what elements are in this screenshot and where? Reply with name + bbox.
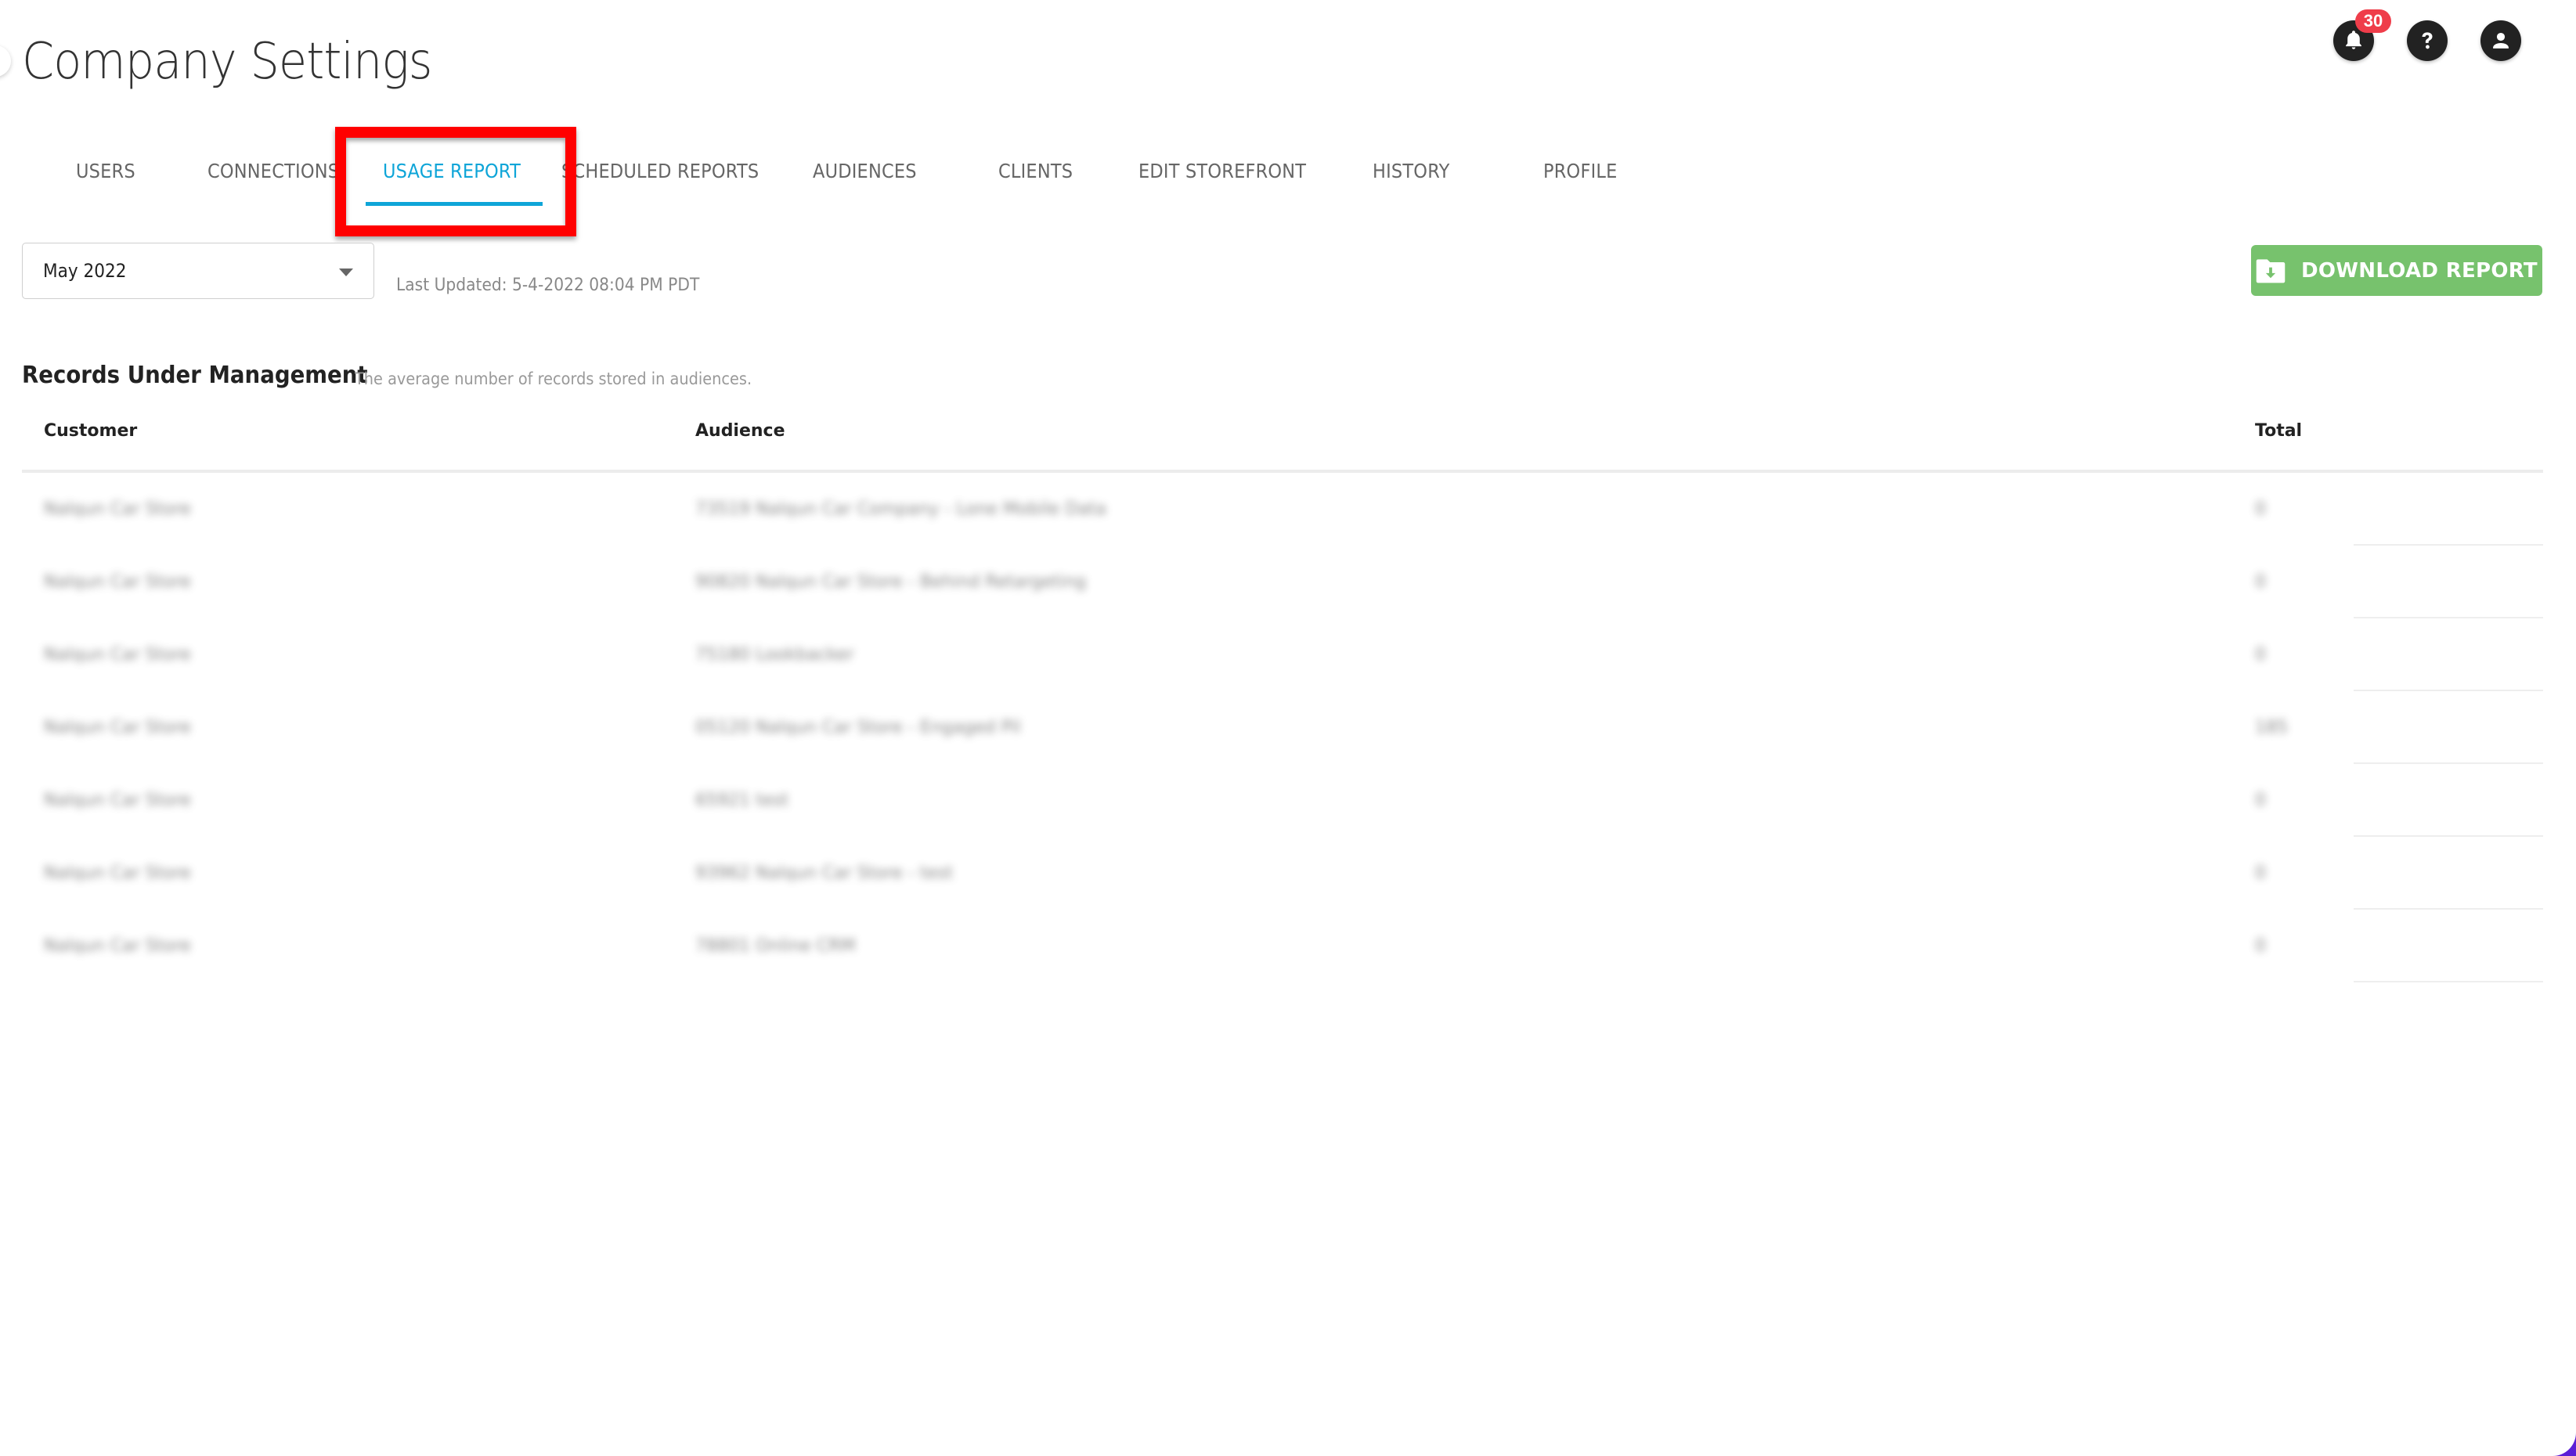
cell-total: 185	[2255, 718, 2288, 737]
section-title: Records Under Management	[22, 362, 368, 389]
download-report-label: DOWNLOAD REPORT	[2301, 258, 2538, 283]
notification-count-badge: 30	[2355, 9, 2391, 33]
cell-customer: Nalqun Car Store	[44, 863, 191, 883]
user-account-icon	[2493, 32, 2509, 49]
page-title: Company Settings	[22, 33, 432, 91]
help-button[interactable]	[2407, 20, 2448, 61]
tab-users[interactable]: USERS	[76, 160, 135, 182]
tab-connections[interactable]: CONNECTIONS	[207, 160, 339, 182]
records-table: Customer Audience Total Nalqun Car Store…	[22, 407, 2543, 982]
tab-edit-storefront[interactable]: EDIT STOREFRONT	[1138, 160, 1306, 182]
tab-profile[interactable]: PROFILE	[1543, 160, 1618, 182]
notifications-button[interactable]: 30	[2333, 9, 2391, 61]
cell-audience: 75180 Lookbacker	[695, 645, 854, 665]
last-updated-text: Last Updated: 5-4-2022 08:04 PM PDT	[396, 276, 700, 295]
help-icon	[2422, 32, 2433, 49]
table-row: Nalqun Car Store 78801 Online CRM 0	[22, 910, 2543, 982]
section-description: The average number of records stored in …	[355, 369, 752, 388]
cell-total: 0	[2255, 645, 2266, 665]
cell-total: 0	[2255, 791, 2266, 810]
table-row: Nalqun Car Store 90820 Nalqun Car Store …	[22, 546, 2543, 618]
table-header: Customer Audience Total	[22, 407, 2543, 473]
column-header-audience[interactable]: Audience	[695, 421, 785, 441]
cell-audience: 90820 Nalqun Car Store - Behind Retarget…	[695, 572, 1087, 592]
tab-usage-report[interactable]: USAGE REPORT	[383, 160, 521, 182]
cell-total: 0	[2255, 936, 2266, 956]
cell-audience: 73519 Nalqun Car Company - Lone Mobile D…	[695, 499, 1106, 519]
cell-audience: 05120 Nalqun Car Store - Engaged Pil	[695, 718, 1021, 737]
column-header-customer[interactable]: Customer	[44, 421, 137, 441]
table-row: Nalqun Car Store 65921 test 0	[22, 764, 2543, 837]
tab-scheduled-reports[interactable]: SCHEDULED REPORTS	[561, 160, 759, 182]
window-corner	[2545, 1425, 2576, 1456]
cell-audience: 65921 test	[695, 791, 789, 810]
account-button[interactable]	[2480, 20, 2521, 61]
download-report-button[interactable]: DOWNLOAD REPORT	[2251, 245, 2542, 296]
table-row: Nalqun Car Store 73519 Nalqun Car Compan…	[22, 473, 2543, 546]
table-row: Nalqun Car Store 75180 Lookbacker 0	[22, 618, 2543, 691]
table-row: Nalqun Car Store 93962 Nalqun Car Store …	[22, 837, 2543, 910]
cell-total: 0	[2255, 572, 2266, 592]
column-header-total[interactable]: Total	[2255, 421, 2302, 441]
header-actions: 30	[2333, 9, 2521, 61]
cell-customer: Nalqun Car Store	[44, 499, 191, 519]
sidebar-toggle-handle[interactable]	[0, 45, 11, 77]
active-tab-indicator	[366, 202, 543, 206]
cell-audience: 78801 Online CRM	[695, 936, 856, 956]
folder-download-icon	[2256, 258, 2286, 283]
cell-customer: Nalqun Car Store	[44, 791, 191, 810]
cell-customer: Nalqun Car Store	[44, 572, 191, 592]
cell-audience: 93962 Nalqun Car Store - test	[695, 863, 954, 883]
cell-customer: Nalqun Car Store	[44, 645, 191, 665]
tab-history[interactable]: HISTORY	[1373, 160, 1449, 182]
month-select[interactable]: May 2022	[22, 243, 374, 299]
tab-clients[interactable]: CLIENTS	[998, 160, 1073, 182]
table-row: Nalqun Car Store 05120 Nalqun Car Store …	[22, 691, 2543, 764]
cell-customer: Nalqun Car Store	[44, 936, 191, 956]
cell-customer: Nalqun Car Store	[44, 718, 191, 737]
caret-down-icon	[339, 268, 353, 276]
cell-total: 0	[2255, 863, 2266, 883]
tab-audiences[interactable]: AUDIENCES	[813, 160, 917, 182]
month-select-value: May 2022	[43, 260, 127, 282]
cell-total: 0	[2255, 499, 2266, 519]
